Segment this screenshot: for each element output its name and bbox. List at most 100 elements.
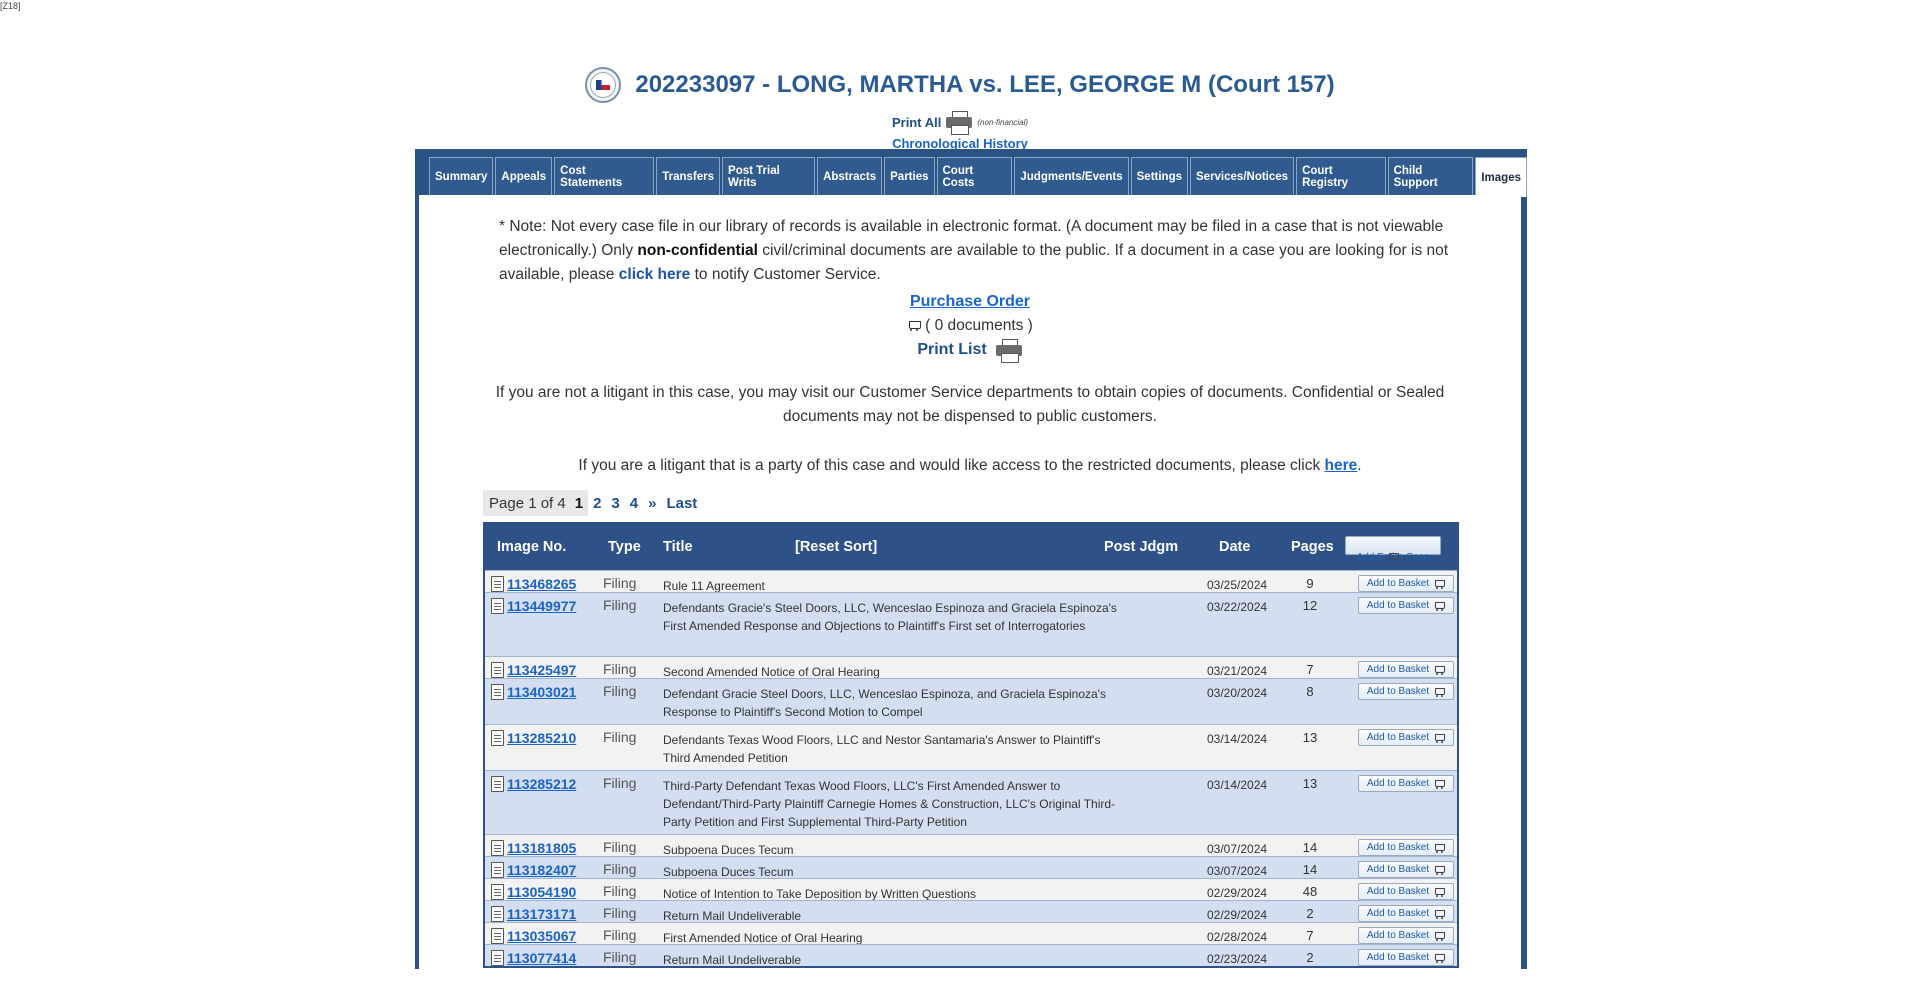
tab-child-support[interactable]: Child Support: [1387, 157, 1474, 195]
tab-summary[interactable]: Summary: [429, 157, 494, 195]
document-icon[interactable]: [491, 950, 504, 966]
document-icon[interactable]: [491, 776, 504, 792]
print-list-link[interactable]: Print List: [917, 341, 986, 359]
tab-judgments-events[interactable]: Judgments/Events: [1014, 157, 1129, 195]
basket-icon: [1434, 779, 1446, 789]
basket-icon: [1434, 953, 1446, 963]
page-4-link[interactable]: 4: [625, 495, 643, 512]
add-to-basket-button[interactable]: Add to Basket: [1358, 927, 1454, 944]
printer-icon[interactable]: [945, 111, 973, 135]
type-cell: Filing: [603, 683, 637, 699]
add-to-basket-button[interactable]: Add to Basket: [1358, 683, 1454, 700]
add-to-basket-button[interactable]: Add to Basket: [1358, 861, 1454, 878]
print-all-link[interactable]: Print All: [892, 115, 941, 130]
table-row: 113285212 Filing Third-Party Defendant Tex…: [485, 770, 1457, 834]
type-cell: Filing: [603, 949, 637, 965]
type-cell: Filing: [603, 661, 637, 677]
tab-appeals[interactable]: Appeals: [495, 157, 553, 195]
type-cell: Filing: [603, 597, 637, 613]
type-cell: Filing: [603, 839, 637, 855]
printer-icon[interactable]: [995, 339, 1023, 363]
add-entire-case-button[interactable]: Add Entire Case: [1345, 536, 1441, 563]
image-number-link[interactable]: 113182407: [507, 862, 576, 878]
add-to-basket-button[interactable]: Add to Basket: [1358, 839, 1454, 856]
document-icon[interactable]: [491, 684, 504, 700]
date-header[interactable]: Date: [1219, 539, 1250, 555]
image-number-link[interactable]: 113425497: [507, 662, 576, 678]
document-icon[interactable]: [491, 598, 504, 614]
document-icon[interactable]: [491, 840, 504, 856]
tab-services-notices[interactable]: Services/Notices: [1190, 157, 1295, 195]
add-to-basket-button[interactable]: Add to Basket: [1358, 775, 1454, 792]
last-page-link[interactable]: Last: [661, 495, 702, 512]
type-header[interactable]: Type: [608, 539, 641, 555]
image-number-link[interactable]: 113054190: [507, 884, 576, 900]
image-number-link[interactable]: 113449977: [507, 598, 576, 614]
pages-cell: 14: [1302, 840, 1318, 855]
page-1-link[interactable]: 1: [570, 495, 588, 512]
tab-court-costs[interactable]: Court Costs: [936, 157, 1013, 195]
pagination: Page 1 of 4 1 2 3 4 » Last: [483, 490, 703, 516]
document-icon[interactable]: [491, 884, 504, 900]
image-number-link[interactable]: 113035067: [507, 928, 576, 944]
image-number-link[interactable]: 113173171: [507, 906, 576, 922]
image-number-link[interactable]: 113403021: [507, 684, 576, 700]
add-to-basket-button[interactable]: Add to Basket: [1358, 729, 1454, 746]
add-to-basket-button[interactable]: Add to Basket: [1358, 575, 1454, 592]
tab-parties[interactable]: Parties: [884, 157, 935, 195]
add-to-basket-button[interactable]: Add to Basket: [1358, 597, 1454, 614]
basket-icon: [1434, 601, 1446, 611]
purchase-order-link[interactable]: Purchase Order: [419, 293, 1521, 311]
type-cell: Filing: [603, 927, 637, 943]
pages-cell: 12: [1302, 598, 1318, 613]
add-to-basket-button[interactable]: Add to Basket: [1358, 883, 1454, 900]
pages-cell: 2: [1306, 950, 1314, 965]
title-cell: Defendants Texas Wood Floors, LLC and Ne…: [663, 733, 1101, 765]
non-confidential-emphasis: non-confidential: [637, 242, 758, 259]
add-to-basket-button[interactable]: Add to Basket: [1358, 949, 1454, 966]
document-icon[interactable]: [491, 862, 504, 878]
restricted-access-link[interactable]: here: [1325, 457, 1358, 474]
pages-cell: 9: [1306, 576, 1314, 591]
image-cell: 113403021: [491, 684, 576, 700]
tab-post-trial-writs[interactable]: Post Trial Writs: [722, 157, 816, 195]
date-cell: 03/22/2024: [1207, 600, 1268, 614]
add-to-basket-button[interactable]: Add to Basket: [1358, 905, 1454, 922]
document-icon[interactable]: [491, 662, 504, 678]
image-number-link[interactable]: 113181805: [507, 840, 576, 856]
tab-cost-statements[interactable]: Cost Statements: [554, 157, 655, 195]
title-header[interactable]: Title: [663, 539, 693, 555]
next-page-link[interactable]: »: [643, 495, 661, 512]
availability-note: * Note: Not every case file in our libra…: [499, 218, 1449, 283]
title-cell: Defendants Gracie's Steel Doors, LLC, We…: [663, 601, 1117, 633]
basket-icon: [1434, 931, 1446, 941]
document-icon[interactable]: [491, 928, 504, 944]
tab-images[interactable]: Images: [1475, 157, 1527, 197]
title-cell: Defendant Gracie Steel Doors, LLC, Wence…: [663, 687, 1106, 719]
page-indicator: Page 1 of 4: [489, 494, 566, 512]
image-number-link[interactable]: 113468265: [507, 576, 576, 592]
cart-icon: [907, 319, 922, 331]
pages-cell: 14: [1302, 862, 1318, 877]
image-cell: 113173171: [491, 906, 576, 922]
notify-customer-service-link[interactable]: click here: [619, 266, 691, 283]
pages-header[interactable]: Pages: [1291, 539, 1334, 555]
tab-settings[interactable]: Settings: [1130, 157, 1188, 195]
page-3-link[interactable]: 3: [606, 495, 624, 512]
tab-transfers[interactable]: Transfers: [656, 157, 721, 195]
tab-court-registry[interactable]: Court Registry: [1296, 157, 1386, 195]
add-to-basket-button[interactable]: Add to Basket: [1358, 661, 1454, 678]
tab-abstracts[interactable]: Abstracts: [817, 157, 883, 195]
post-judgment-header[interactable]: Post Jdgm: [1104, 539, 1178, 555]
image-number-link[interactable]: 113077414: [507, 950, 576, 966]
document-icon[interactable]: [491, 906, 504, 922]
image-number-link[interactable]: 113285210: [507, 730, 576, 746]
document-icon[interactable]: [491, 576, 504, 592]
reset-sort-link[interactable]: [Reset Sort]: [795, 539, 877, 555]
table-row: 113182407 Filing Subpoena Duces Tecum 03/07…: [485, 856, 1457, 879]
date-cell: 03/25/2024: [1207, 578, 1268, 592]
page-2-link[interactable]: 2: [588, 495, 606, 512]
document-icon[interactable]: [491, 730, 504, 746]
image-no-header[interactable]: Image No.: [497, 539, 566, 555]
image-number-link[interactable]: 113285212: [507, 776, 576, 792]
